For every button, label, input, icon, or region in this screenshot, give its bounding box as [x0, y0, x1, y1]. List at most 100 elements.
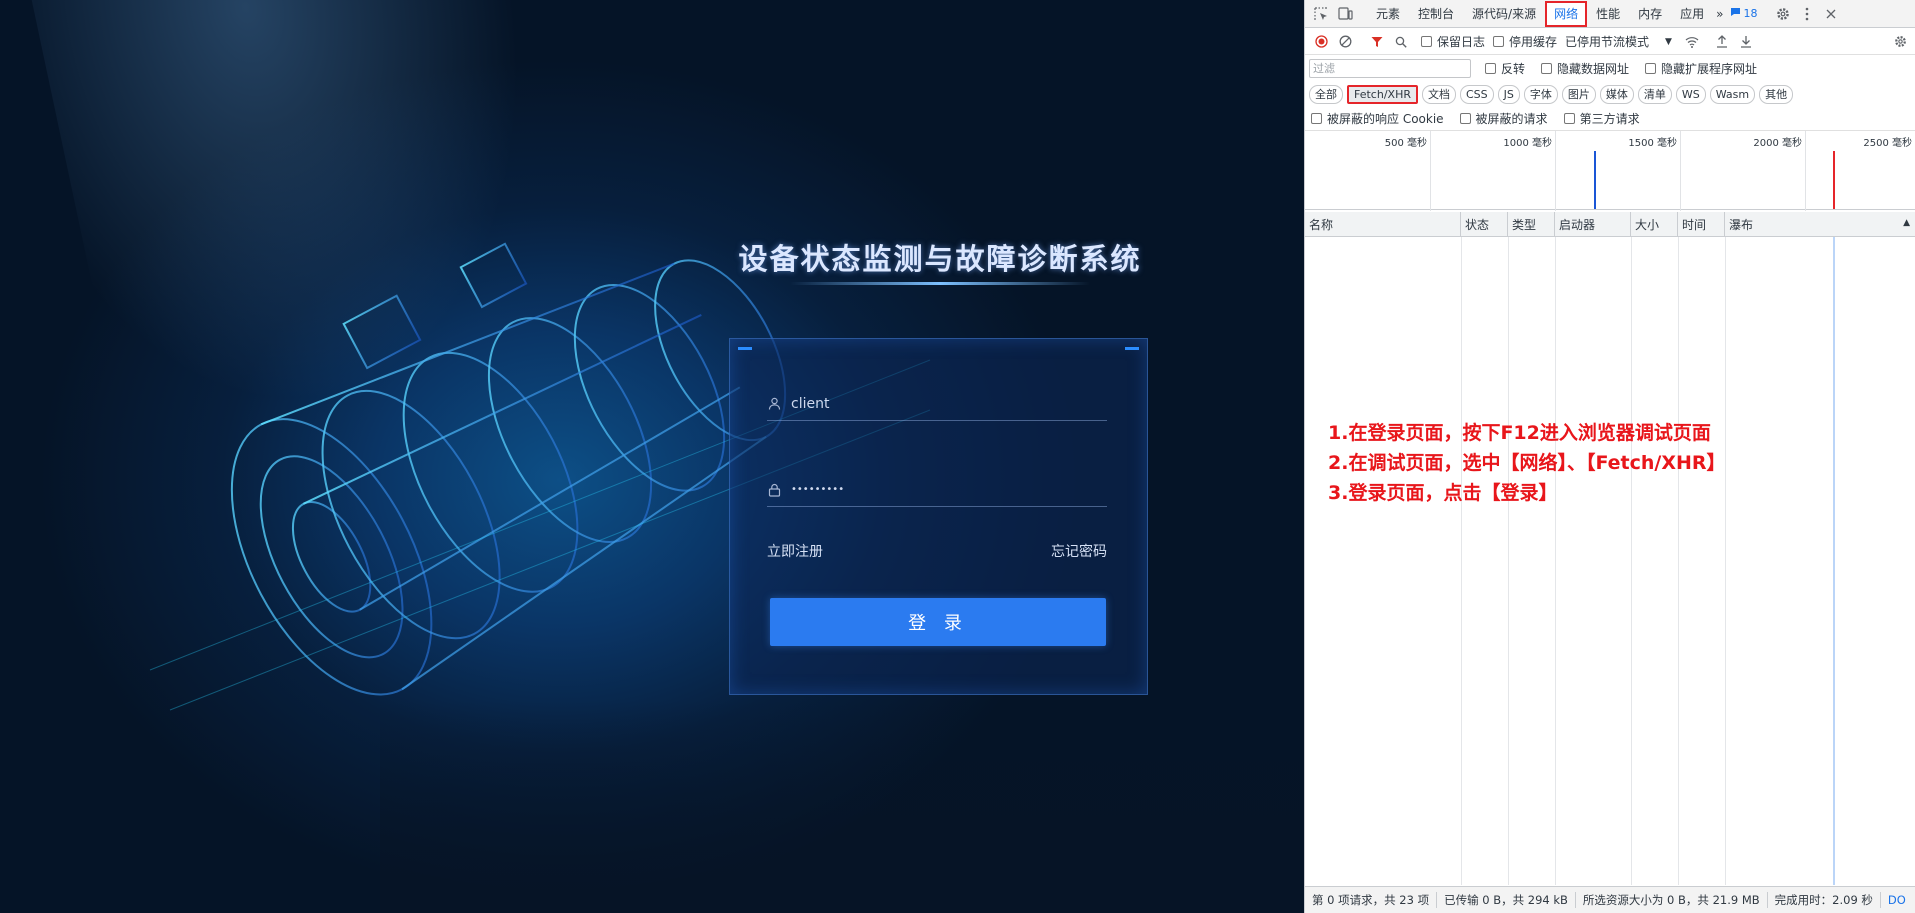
- timeline-gridline: [1680, 131, 1681, 211]
- request-count: 第 0 项请求，共 23 项: [1305, 892, 1438, 908]
- inspect-element-icon[interactable]: [1309, 2, 1333, 26]
- column-divider: [1678, 237, 1679, 885]
- type-chip-manifest[interactable]: 清单: [1637, 84, 1672, 104]
- type-chip-doc[interactable]: 文档: [1421, 84, 1456, 104]
- column-size[interactable]: 大小: [1631, 212, 1678, 237]
- resource-type-filters: 全部 Fetch/XHR 文档 CSS JS 字体 图片 媒体 清单 WS Wa…: [1305, 82, 1915, 106]
- password-field[interactable]: •••••••••: [767, 473, 1107, 507]
- title-underline: [790, 282, 1090, 285]
- column-divider: [1631, 237, 1632, 885]
- timeline-tick-label: 500 毫秒: [1384, 138, 1427, 149]
- checkbox-box[interactable]: [1311, 112, 1322, 124]
- system-title: 设备状态监测与故障诊断系统: [738, 242, 1142, 276]
- disable-cache-checkbox[interactable]: 停用缓存: [1493, 33, 1557, 50]
- throttle-select[interactable]: 已停用节流模式 ▼: [1565, 33, 1672, 50]
- network-toolbar: 保留日志 停用缓存 已停用节流模式 ▼: [1305, 29, 1915, 55]
- tab-network[interactable]: 网络: [1545, 0, 1588, 27]
- checkbox-box[interactable]: [1485, 62, 1496, 74]
- column-name[interactable]: 名称: [1305, 212, 1461, 237]
- hide-extension-urls-label: 隐藏扩展程序网址: [1661, 61, 1758, 76]
- timeline-gridline: [1555, 131, 1556, 211]
- instruction-line: 2.在调试页面，选中【网络】、【Fetch/XHR】: [1328, 452, 1726, 474]
- user-icon: [767, 397, 781, 411]
- blocked-requests-checkbox[interactable]: 被屏蔽的请求: [1459, 110, 1548, 127]
- tab-performance[interactable]: 性能: [1587, 0, 1629, 28]
- instruction-line: 3.登录页面，点击【登录】: [1328, 482, 1558, 504]
- column-waterfall[interactable]: 瀑布: [1725, 212, 1915, 237]
- load-event-marker: [1833, 151, 1835, 209]
- export-har-icon[interactable]: [1734, 30, 1758, 54]
- checkbox-box[interactable]: [1563, 112, 1575, 124]
- preserve-log-label: 保留日志: [1437, 35, 1486, 49]
- blocked-cookies-checkbox[interactable]: 被屏蔽的响应 Cookie: [1311, 110, 1444, 127]
- disable-cache-label: 停用缓存: [1509, 35, 1558, 49]
- transferred-size: 已传输 0 B，共 294 kB: [1437, 892, 1576, 908]
- device-toolbar-icon[interactable]: [1333, 2, 1357, 26]
- close-icon[interactable]: [1819, 2, 1843, 26]
- column-status[interactable]: 状态: [1461, 212, 1508, 237]
- checkbox-box[interactable]: [1459, 112, 1471, 124]
- checkbox-box[interactable]: [1421, 36, 1432, 47]
- column-divider: [1725, 237, 1726, 885]
- timeline-overview[interactable]: 500 毫秒 1000 毫秒 1500 毫秒 2000 毫秒 2500 毫秒: [1305, 130, 1915, 211]
- dom-content-loaded-stat: DO: [1887, 893, 1906, 907]
- hide-data-urls-label: 隐藏数据网址: [1557, 61, 1630, 76]
- username-field[interactable]: client: [767, 387, 1107, 421]
- tab-elements[interactable]: 元素: [1367, 0, 1409, 28]
- hide-data-urls-checkbox[interactable]: 隐藏数据网址: [1541, 60, 1629, 77]
- forgot-password-link[interactable]: 忘记密码: [1051, 541, 1107, 561]
- type-chip-fetch-xhr[interactable]: Fetch/XHR: [1347, 84, 1418, 104]
- timeline-tick-label: 1000 毫秒: [1503, 138, 1552, 149]
- message-icon: [1730, 7, 1741, 20]
- type-chip-all[interactable]: 全部: [1309, 84, 1343, 104]
- filter-icon[interactable]: [1365, 30, 1389, 54]
- tab-sources[interactable]: 源代码/来源: [1463, 0, 1545, 28]
- hide-extension-urls-checkbox[interactable]: 隐藏扩展程序网址: [1645, 60, 1757, 77]
- type-chip-media[interactable]: 媒体: [1599, 84, 1634, 104]
- record-icon[interactable]: [1309, 30, 1333, 54]
- devtools-tabbar: 元素 控制台 源代码/来源 网络 性能 内存 应用 » 18: [1305, 0, 1915, 28]
- clear-icon[interactable]: [1333, 30, 1357, 54]
- network-conditions-icon[interactable]: [1680, 30, 1704, 54]
- more-options-icon[interactable]: [1795, 2, 1819, 26]
- blocked-filters-row: 被屏蔽的响应 Cookie 被屏蔽的请求 第三方请求: [1305, 108, 1915, 128]
- column-divider: [1555, 237, 1556, 885]
- username-value: client: [791, 395, 830, 412]
- column-divider: [1461, 237, 1462, 885]
- filter-input[interactable]: 过滤: [1309, 58, 1471, 78]
- chevron-down-icon: ▼: [1665, 36, 1672, 47]
- type-chip-js[interactable]: JS: [1497, 84, 1520, 104]
- checkbox-box[interactable]: [1541, 62, 1553, 74]
- checkbox-box[interactable]: [1645, 62, 1657, 74]
- more-tabs-button[interactable]: »: [1713, 0, 1726, 28]
- blocked-requests-label: 被屏蔽的请求: [1475, 111, 1548, 126]
- register-link[interactable]: 立即注册: [767, 541, 823, 561]
- instruction-line: 1.在登录页面，按下F12进入浏览器调试页面: [1328, 422, 1711, 444]
- type-chip-ws[interactable]: WS: [1675, 84, 1706, 104]
- preserve-log-checkbox[interactable]: 保留日志: [1421, 33, 1485, 50]
- tab-memory[interactable]: 内存: [1629, 0, 1671, 28]
- type-chip-img[interactable]: 图片: [1561, 84, 1596, 104]
- column-type[interactable]: 类型: [1508, 212, 1555, 237]
- filter-row: 过滤 反转 隐藏数据网址 隐藏扩展程序网址: [1305, 56, 1915, 80]
- settings-icon[interactable]: [1771, 2, 1795, 26]
- import-har-icon[interactable]: [1710, 30, 1734, 54]
- network-settings-icon[interactable]: [1888, 30, 1912, 54]
- issues-counter[interactable]: 18: [1730, 7, 1757, 20]
- invert-checkbox[interactable]: 反转: [1485, 60, 1525, 77]
- column-initiator[interactable]: 启动器: [1555, 212, 1631, 237]
- search-icon[interactable]: [1389, 30, 1413, 54]
- tab-application[interactable]: 应用: [1671, 0, 1713, 28]
- type-chip-font[interactable]: 字体: [1523, 84, 1558, 104]
- type-chip-wasm[interactable]: Wasm: [1709, 84, 1756, 104]
- requests-table-header: 名称 状态 类型 启动器 大小 时间 瀑布 ▲: [1305, 212, 1915, 237]
- checkbox-box[interactable]: [1493, 36, 1505, 47]
- type-chip-css[interactable]: CSS: [1459, 84, 1494, 104]
- resources-size: 所选资源大小为 0 B，共 21.9 MB: [1576, 892, 1768, 908]
- column-time[interactable]: 时间: [1678, 212, 1725, 237]
- timeline-gridline: [1805, 131, 1806, 211]
- third-party-checkbox[interactable]: 第三方请求: [1563, 110, 1640, 127]
- tab-console[interactable]: 控制台: [1409, 0, 1463, 28]
- type-chip-other[interactable]: 其他: [1759, 84, 1794, 104]
- login-button[interactable]: 登 录: [770, 598, 1106, 646]
